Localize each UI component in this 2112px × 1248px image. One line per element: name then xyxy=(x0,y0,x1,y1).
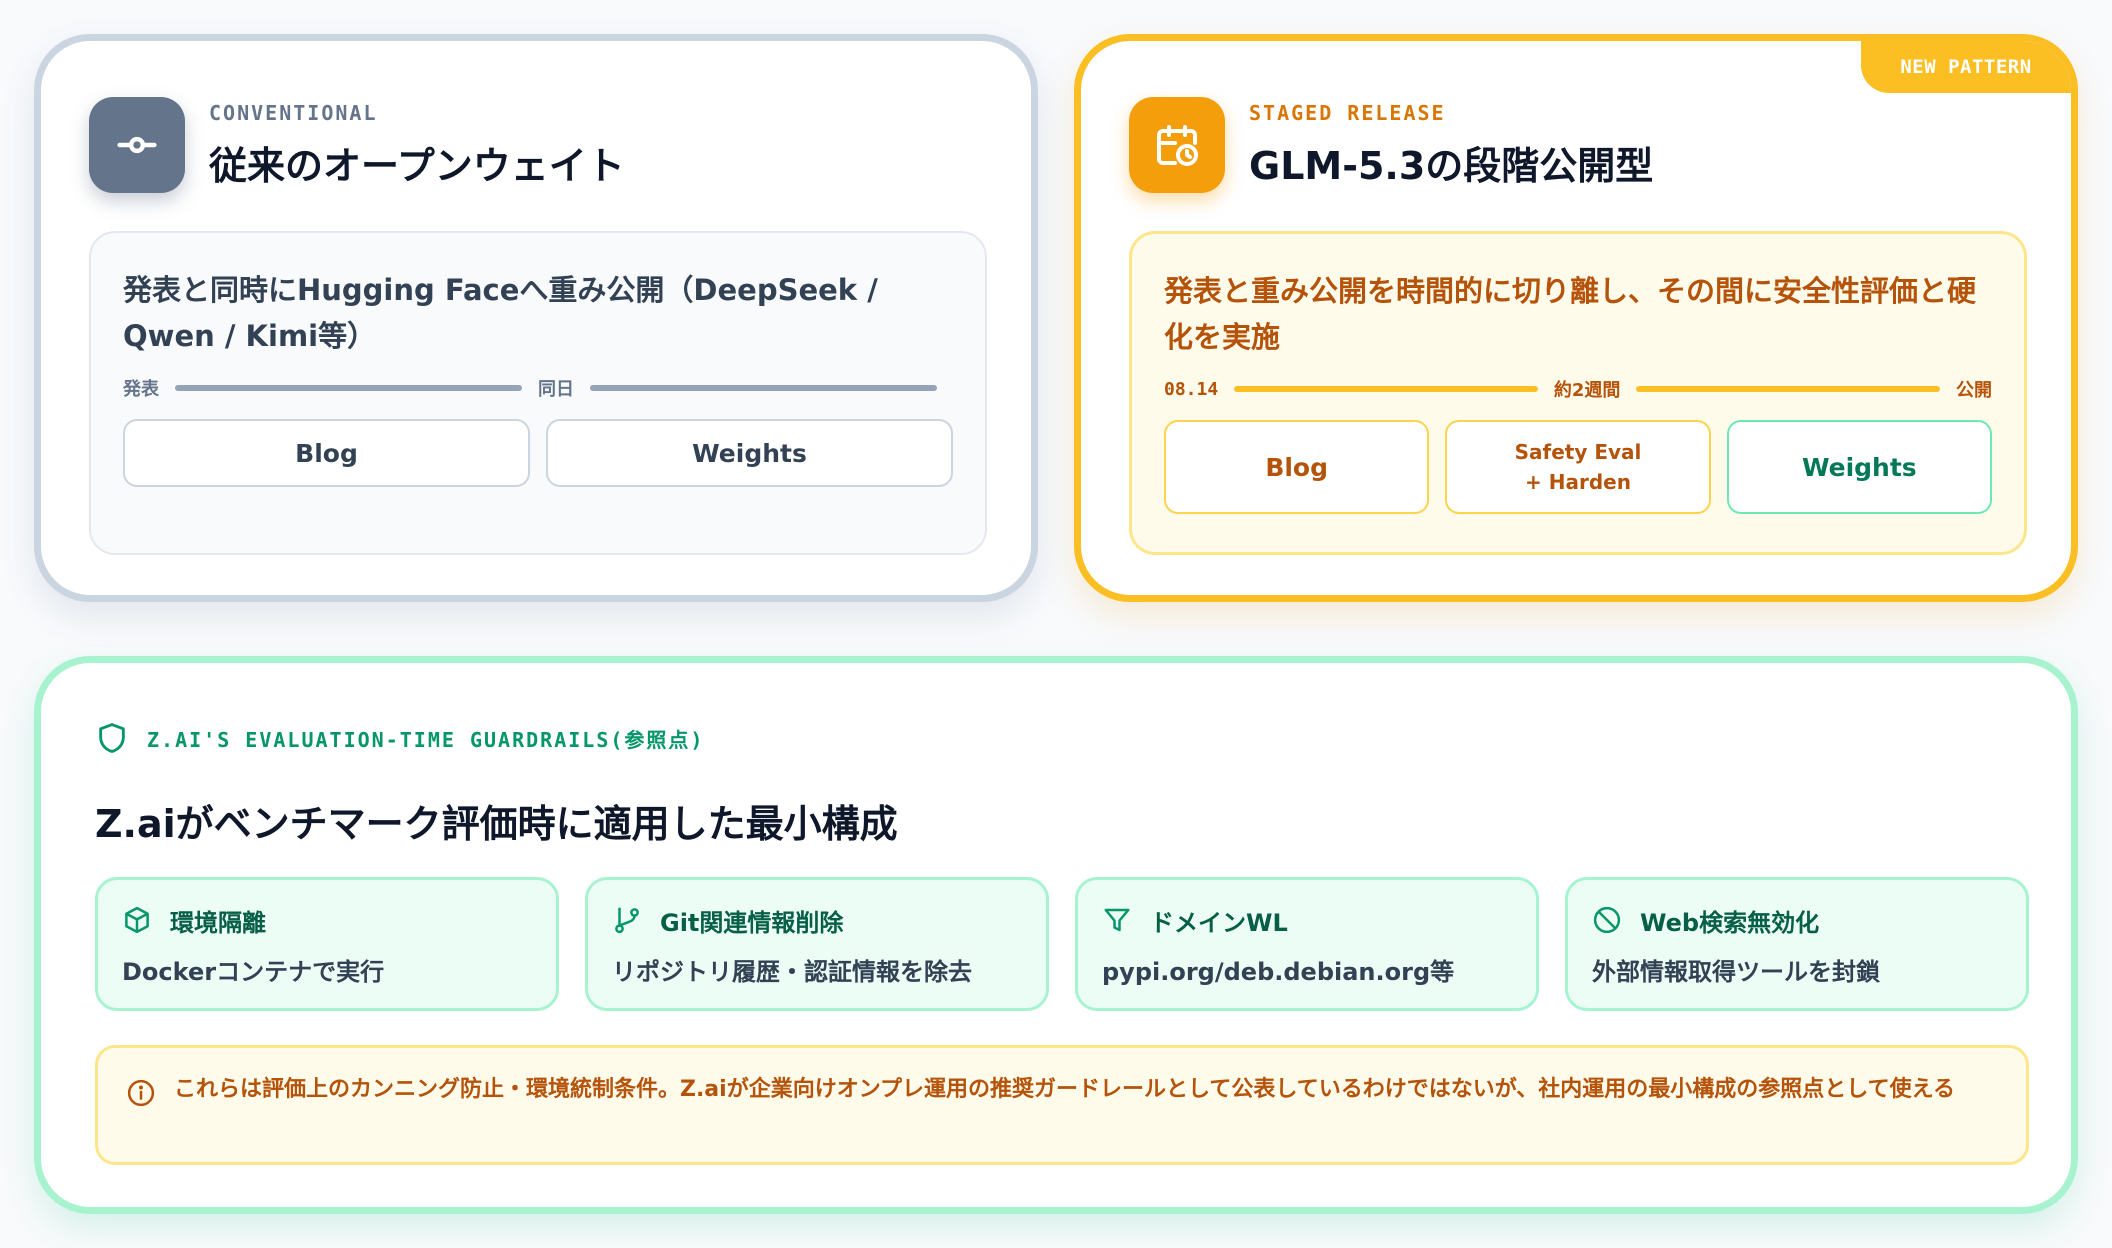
conventional-description: 発表と同時にHugging Faceへ重み公開（DeepSeek / Qwen … xyxy=(123,273,878,353)
staged-description: 発表と重み公開を時間的に切り離し、その間に安全性評価と硬化を実施 xyxy=(1164,274,1977,354)
guardrails-card: Z.AI'S EVALUATION-TIME GUARDRAILS(参照点) Z… xyxy=(34,656,2078,1214)
guardrail-item-isolation: 環境隔離 Dockerコンテナで実行 xyxy=(95,877,559,1011)
info-icon xyxy=(127,1079,155,1107)
timeline-start-label: 発表 xyxy=(123,379,159,400)
step-blog: Blog xyxy=(1164,420,1430,514)
new-pattern-badge: NEW PATTERN xyxy=(1861,41,2071,93)
guardrails-eyebrow: Z.AI'S EVALUATION-TIME GUARDRAILS(参照点) xyxy=(95,719,704,757)
step-safety-eval: Safety Eval + Harden xyxy=(1445,420,1711,514)
conventional-title: 従来のオープンウェイト xyxy=(209,143,625,188)
staged-flow-panel: 発表と重み公開を時間的に切り離し、その間に安全性評価と硬化を実施 08.14 約… xyxy=(1129,231,2027,555)
conventional-flow-panel: 発表と同時にHugging Faceへ重み公開（DeepSeek / Qwen … xyxy=(89,231,987,555)
guardrail-item-desc: リポジトリ履歴・認証情報を除去 xyxy=(612,958,972,986)
staged-header: STAGED RELEASE GLM-5.3の段階公開型 xyxy=(1129,97,1653,193)
guardrail-item-title: Web検索無効化 xyxy=(1640,908,1820,937)
staged-eyebrow: STAGED RELEASE xyxy=(1249,100,1446,125)
conventional-steps: Blog Weights xyxy=(123,419,953,487)
conventional-card: CONVENTIONAL 従来のオープンウェイト 発表と同時にHugging F… xyxy=(34,34,1038,602)
safety-eval-label: Safety Eval xyxy=(1514,440,1642,464)
calendar-clock-icon xyxy=(1129,97,1225,193)
conventional-timeline: 発表 同日 xyxy=(123,373,953,403)
timeline-release-label: 公開 xyxy=(1956,380,1992,401)
shield-icon xyxy=(99,723,125,753)
step-blog: Blog xyxy=(123,419,530,487)
commit-icon xyxy=(89,97,185,193)
guardrail-item-title: Git関連情報削除 xyxy=(660,908,844,937)
guardrail-item-title: ドメインWL xyxy=(1150,908,1288,937)
guardrail-item-domain-whitelist: ドメインWL pypi.org/deb.debian.org等 xyxy=(1075,877,1539,1011)
guardrails-note-text: これらは評価上のカンニング防止・環境統制条件。Z.aiが企業向けオンプレ運用の推… xyxy=(174,1077,1955,1102)
timeline-duration-label: 約2週間 xyxy=(1553,380,1621,401)
conventional-header: CONVENTIONAL 従来のオープンウェイト xyxy=(89,97,625,193)
guardrail-item-git-removal: Git関連情報削除 リポジトリ履歴・認証情報を除去 xyxy=(585,877,1049,1011)
guardrail-item-desc: Dockerコンテナで実行 xyxy=(122,958,385,986)
guardrail-item-desc: 外部情報取得ツールを封鎖 xyxy=(1592,958,1880,986)
harden-label: + Harden xyxy=(1525,470,1631,494)
timeline-bar xyxy=(590,385,937,391)
guardrail-item-desc: pypi.org/deb.debian.org等 xyxy=(1102,958,1455,986)
conventional-eyebrow: CONVENTIONAL xyxy=(209,100,378,125)
guardrail-list: 環境隔離 Dockerコンテナで実行 Git関連情報削除 リポジトリ履歴・認証情… xyxy=(95,877,2029,1011)
timeline-bar xyxy=(1636,386,1940,392)
box-icon xyxy=(125,906,149,934)
filter-icon xyxy=(1104,908,1130,932)
ban-icon xyxy=(1593,906,1621,934)
guardrail-item-web-search-disabled: Web検索無効化 外部情報取得ツールを封鎖 xyxy=(1565,877,2029,1011)
staged-title: GLM-5.3の段階公開型 xyxy=(1249,143,1654,188)
staged-steps: Blog Safety Eval + Harden Weights xyxy=(1164,420,1992,514)
timeline-bar xyxy=(175,385,522,391)
timeline-date-label: 08.14 xyxy=(1164,378,1219,400)
guardrails-note: これらは評価上のカンニング防止・環境統制条件。Z.aiが企業向けオンプレ運用の推… xyxy=(95,1045,2029,1165)
timeline-bar xyxy=(1234,386,1538,392)
staged-release-card: NEW PATTERN STAGED RELEASE GLM-5.3の段階公開型… xyxy=(1074,34,2078,602)
guardrail-item-title: 環境隔離 xyxy=(170,908,266,937)
staged-timeline: 08.14 約2週間 公開 xyxy=(1164,374,1992,404)
step-weights: Weights xyxy=(1726,420,1992,514)
timeline-mid-label: 同日 xyxy=(538,379,574,400)
guardrails-title: Z.aiがベンチマーク評価時に適用した最小構成 xyxy=(95,802,898,846)
step-weights: Weights xyxy=(546,419,953,487)
guardrails-eyebrow-label: Z.AI'S EVALUATION-TIME GUARDRAILS(参照点) xyxy=(147,727,705,752)
git-branch-icon xyxy=(615,907,639,934)
